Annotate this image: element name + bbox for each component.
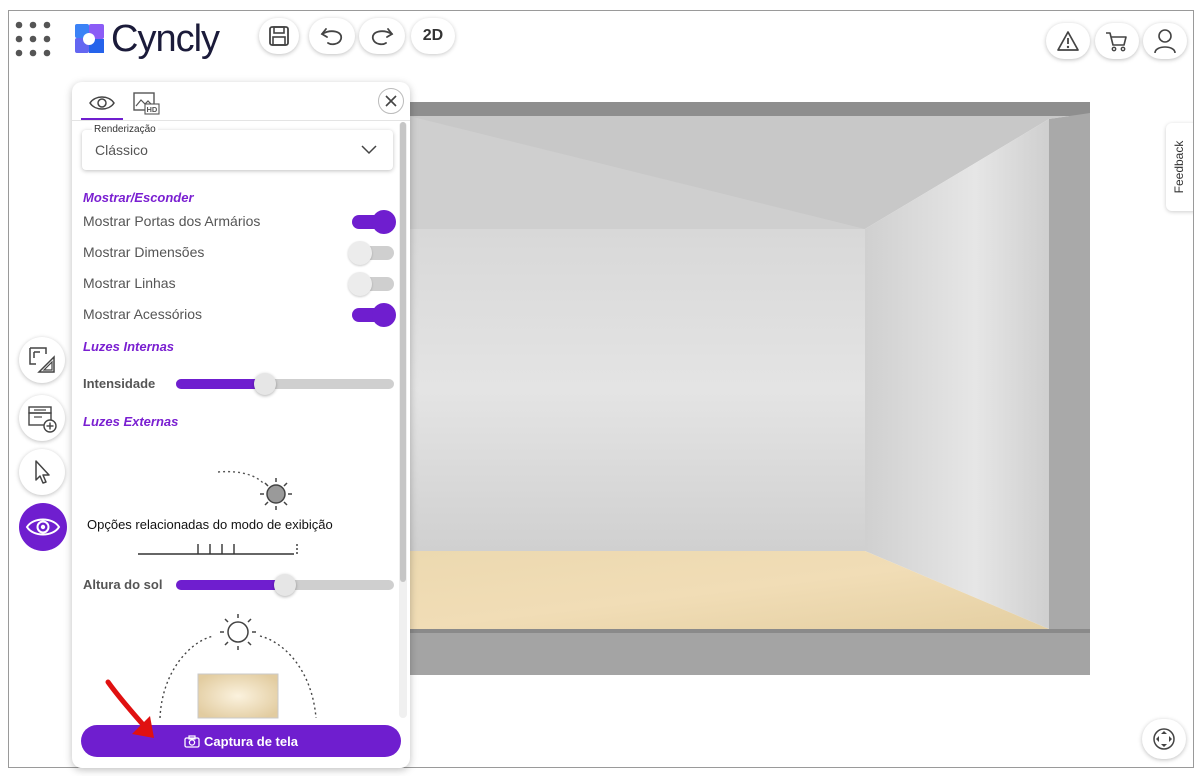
chevron-down-icon (361, 145, 377, 155)
toggle-label-dimensions: Mostrar Dimensões (83, 244, 205, 260)
user-account-button[interactable] (1143, 23, 1187, 59)
save-icon (269, 26, 289, 46)
camera-icon (184, 734, 200, 748)
toggle-dimensions[interactable] (348, 241, 394, 265)
internal-lights-section-title: Luzes Internas (83, 339, 175, 354)
panel-scrollbar[interactable] (399, 122, 407, 718)
feedback-tab[interactable]: Feedback (1166, 123, 1193, 211)
svg-text:HD: HD (147, 105, 158, 114)
view-mode-2d-button[interactable]: 2D (411, 18, 455, 54)
user-icon (1154, 29, 1176, 54)
brand-logo: Cyncly (73, 17, 220, 60)
brand-name: Cyncly (111, 17, 220, 60)
toggle-label-cabinet-doors: Mostrar Portas dos Armários (83, 213, 261, 229)
navigation-arrows-icon (1153, 728, 1175, 750)
sun-height-slider[interactable] (176, 574, 394, 596)
apps-grid-icon[interactable] (13, 19, 57, 63)
eye-icon (89, 96, 115, 110)
toggle-label-lines: Mostrar Linhas (83, 275, 176, 291)
hd-image-icon: HD (133, 92, 160, 115)
warning-icon (1057, 31, 1079, 51)
sun-height-label: Altura do sol (83, 577, 163, 592)
show-hide-section-title: Mostrar/Esconder (83, 190, 194, 205)
warnings-button[interactable] (1046, 23, 1090, 59)
save-button[interactable] (259, 18, 299, 54)
toggle-cabinet-doors[interactable] (352, 210, 396, 234)
close-icon (385, 95, 397, 107)
feedback-label: Feedback (1172, 140, 1186, 194)
sun-height-slider-fill (176, 580, 285, 590)
view-options-tooltip: Opções relacionadas do modo de exibição (84, 516, 336, 533)
view-options-button[interactable] (19, 503, 67, 551)
tabs-divider (72, 120, 410, 121)
floorplan-tool-button[interactable] (19, 337, 65, 383)
view-options-panel: HD Renderização Clássico Mostrar/Esconde… (72, 82, 410, 768)
panel-scroll-thumb[interactable] (400, 122, 406, 582)
cart-icon (1106, 32, 1127, 52)
intensity-slider-thumb[interactable] (254, 373, 277, 395)
navigation-control-button[interactable] (1142, 719, 1186, 759)
floorplan-ruler-icon (29, 347, 55, 373)
render-select-value: Clássico (95, 142, 148, 158)
sun-position-side-illustration (138, 470, 298, 556)
toggle-label-accessories: Mostrar Acessórios (83, 306, 203, 322)
cyncly-logo-icon (75, 24, 104, 53)
intensity-slider[interactable] (176, 373, 394, 395)
eye-icon (25, 518, 61, 536)
undo-button[interactable] (309, 18, 355, 54)
select-tool-button[interactable] (19, 449, 65, 495)
annotation-arrow-icon (105, 679, 154, 738)
render-mode-select[interactable]: Renderização Clássico (82, 124, 393, 170)
close-panel-button[interactable] (378, 88, 404, 114)
render-select-label: Renderização (92, 124, 158, 135)
toggle-accessories[interactable] (352, 303, 396, 327)
intensity-slider-fill (176, 379, 266, 389)
external-lights-section-title: Luzes Externas (83, 414, 179, 429)
cart-button[interactable] (1095, 23, 1139, 59)
cabinet-add-icon (28, 406, 57, 433)
undo-icon (320, 28, 343, 46)
intensity-label: Intensidade (83, 376, 156, 391)
sun-arc-illustration (159, 614, 317, 719)
tab-view[interactable] (81, 88, 123, 120)
redo-button[interactable] (359, 18, 405, 54)
toggle-lines[interactable] (348, 272, 394, 296)
add-cabinet-button[interactable] (19, 395, 65, 441)
tab-hd-render[interactable]: HD (128, 88, 164, 118)
cursor-pointer-icon (35, 460, 50, 484)
sun-height-slider-thumb[interactable] (274, 574, 296, 596)
screenshot-button-label: Captura de tela (204, 733, 298, 749)
redo-icon (371, 28, 394, 46)
